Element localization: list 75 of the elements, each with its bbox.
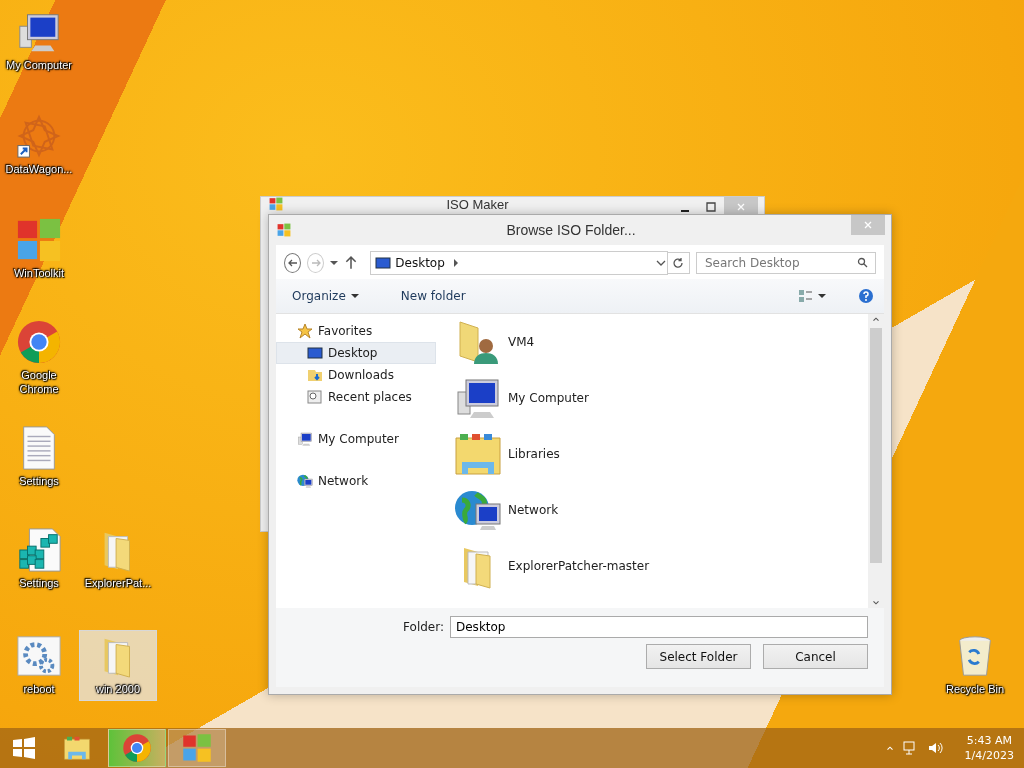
- nav-item[interactable]: My Computer: [276, 428, 436, 450]
- folder-item[interactable]: Network: [454, 482, 868, 538]
- desktop-icon-label: WinToolkit: [13, 266, 65, 280]
- caret-icon: [330, 259, 339, 267]
- search-icon: [857, 257, 869, 269]
- speaker-icon: [926, 740, 943, 756]
- dialog-title: Browse ISO Folder...: [505, 222, 637, 238]
- windows-logo-icon: [269, 197, 283, 211]
- toolbar-button[interactable]: New folder: [394, 287, 472, 305]
- caret-icon: [350, 292, 359, 300]
- network-globe-icon: [297, 473, 313, 489]
- registry-file-icon: [16, 527, 62, 573]
- folder-item[interactable]: VM4: [454, 314, 868, 370]
- chrome-icon: [122, 733, 152, 763]
- help-icon: [858, 288, 874, 304]
- desktop-icon-label: DataWagon...: [5, 162, 73, 176]
- folder-item[interactable]: Libraries: [454, 426, 868, 482]
- star-icon: [297, 323, 313, 339]
- desktop-icon-label: My Computer: [6, 58, 72, 72]
- clock-date: 1/4/2023: [964, 748, 1014, 763]
- nav-item[interactable]: Favorites: [276, 320, 436, 342]
- scrollbar[interactable]: [868, 314, 884, 608]
- desktop-icon-label: ExplorerPat...: [84, 576, 152, 590]
- taskbar-app[interactable]: [168, 729, 226, 767]
- forward-arrow-icon: [309, 257, 322, 269]
- folder-item[interactable]: ExplorerPatcher-master: [454, 538, 868, 594]
- address-text: Desktop: [395, 256, 445, 270]
- recent-places-icon: [307, 389, 323, 405]
- up-button[interactable]: [344, 256, 359, 270]
- clock-time: 5:43 AM: [966, 733, 1012, 748]
- nav-item[interactable]: Network: [276, 470, 436, 492]
- up-arrow-icon: [344, 256, 359, 270]
- recent-pages-button[interactable]: [330, 259, 339, 267]
- search-box[interactable]: Search Desktop: [696, 252, 876, 274]
- desktop-icon-label: Google Chrome: [18, 368, 60, 396]
- help-button[interactable]: [858, 288, 874, 304]
- folder-input[interactable]: Desktop: [450, 616, 868, 638]
- desktop-icon-label: reboot: [23, 682, 55, 696]
- desktop-icon: [307, 345, 323, 361]
- windows-logo-icon: [16, 217, 62, 263]
- address-bar[interactable]: Desktop: [370, 251, 668, 275]
- search-input[interactable]: Search Desktop: [703, 255, 857, 271]
- chevron-icon: [452, 259, 459, 267]
- close-icon: [735, 201, 747, 213]
- nav-item[interactable]: Downloads: [276, 364, 436, 386]
- download-folder-icon: [307, 367, 323, 383]
- maximize-icon: [705, 201, 717, 213]
- nav-item[interactable]: Desktop: [276, 342, 436, 364]
- desktop-icon: [375, 255, 392, 271]
- close-icon: [862, 219, 874, 231]
- desktop-icon-label: Settings: [19, 474, 59, 488]
- minimize-icon: [681, 210, 689, 212]
- folder-label: Folder:: [403, 620, 444, 634]
- desktop-icon-label: win 2000: [95, 682, 140, 696]
- star-pattern-icon: [16, 113, 62, 159]
- desktop-icon-label: Recycle Bin: [945, 682, 1005, 696]
- taskbar-app[interactable]: [108, 729, 166, 767]
- windows-logo-icon: [277, 223, 291, 237]
- folder-item[interactable]: My Computer: [454, 370, 868, 426]
- details-view-icon: [798, 289, 828, 303]
- desktop-icon-label: Settings: [19, 576, 59, 590]
- windows-logo-icon: [182, 733, 212, 763]
- back-arrow-icon: [286, 257, 299, 269]
- back-button[interactable]: [284, 253, 302, 273]
- view-options-button[interactable]: [798, 289, 828, 303]
- chrome-icon: [16, 319, 62, 365]
- nav-item[interactable]: Recent places: [276, 386, 436, 408]
- dialog-button[interactable]: Cancel: [763, 644, 868, 669]
- windows-logo-icon: [12, 736, 36, 760]
- computer-icon: [297, 431, 313, 447]
- toolbar-button[interactable]: Organize: [286, 287, 365, 305]
- window-title: ISO Maker: [445, 197, 510, 213]
- dialog-button[interactable]: Select Folder: [646, 644, 751, 669]
- refresh-icon: [672, 257, 685, 269]
- refresh-button[interactable]: [667, 252, 690, 274]
